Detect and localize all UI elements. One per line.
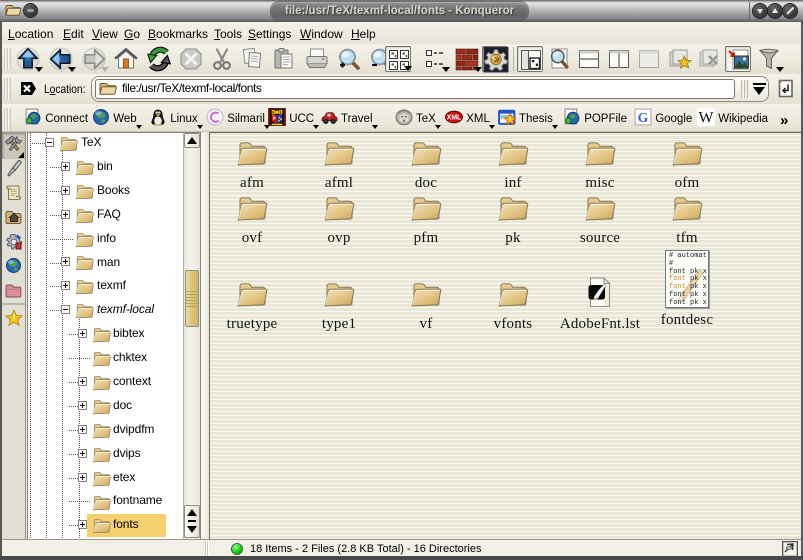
svg-text:XML: XML bbox=[447, 115, 462, 122]
svg-text:G: G bbox=[638, 110, 649, 125]
svg-text:W: W bbox=[699, 109, 714, 126]
